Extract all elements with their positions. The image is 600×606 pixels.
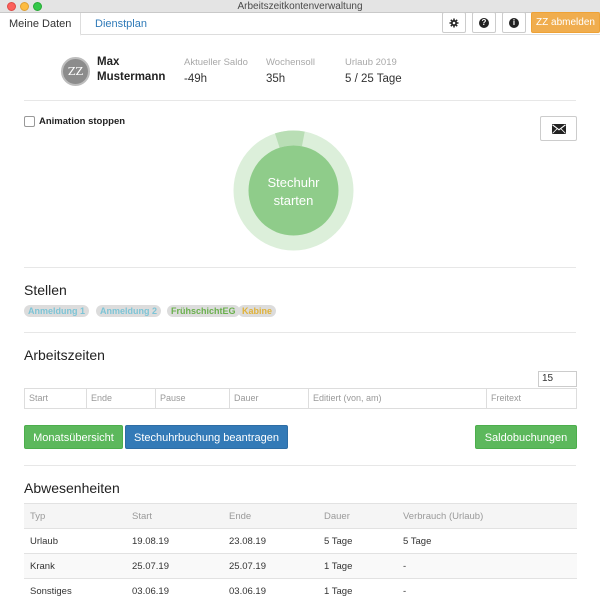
logout-button[interactable]: ZZ abmelden <box>531 12 600 33</box>
column-header[interactable]: Editiert (von, am) <box>308 389 486 408</box>
tab-meine-daten[interactable]: Meine Daten <box>0 13 82 36</box>
column-header[interactable]: Dauer <box>324 504 350 529</box>
column-header[interactable]: Pause <box>155 389 229 408</box>
user-name: Max Mustermann <box>97 56 166 83</box>
column-header[interactable]: Dauer <box>229 389 308 408</box>
divider <box>24 332 576 333</box>
table-row: Krank 25.07.19 25.07.19 1 Tage - <box>24 553 577 578</box>
cell-dauer: 1 Tage <box>324 586 353 597</box>
column-header[interactable]: Freitext <box>486 389 576 408</box>
divider <box>24 100 576 101</box>
column-header[interactable]: Typ <box>30 504 45 529</box>
stat-urlaub: Urlaub 2019 5 / 25 Tage <box>345 57 402 87</box>
info-button[interactable]: i <box>502 12 526 33</box>
stat-value: -49h <box>184 73 208 85</box>
stelle-badge: Anmeldung 1 <box>24 305 90 317</box>
stat-value: 5 / 25 Tage <box>345 73 402 85</box>
column-header[interactable]: Verbrauch (Urlaub) <box>403 504 483 529</box>
stechuhr-label[interactable]: Stechuhr starten <box>249 147 338 236</box>
stelle-badge: Anmeldung 2 <box>96 305 162 317</box>
table-row: Urlaub 19.08.19 23.08.19 5 Tage 5 Tage <box>24 528 577 553</box>
cell-verbrauch: - <box>403 561 407 572</box>
animation-label: Animation stoppen <box>39 116 126 127</box>
info-icon: i <box>509 17 519 28</box>
arbeitszeiten-table: Start Ende Pause Dauer Editiert (von, am… <box>24 388 577 409</box>
question-icon: ? <box>479 17 489 28</box>
cell-start: 19.08.19 <box>132 536 169 547</box>
divider <box>24 267 576 268</box>
tab-dienstplan[interactable]: Dienstplan <box>86 13 156 35</box>
mail-button[interactable] <box>540 116 577 141</box>
abwesenheiten-title: Abwesenheiten <box>24 480 120 496</box>
stat-label: Wochensoll <box>266 57 315 68</box>
settings-button[interactable] <box>442 12 466 33</box>
cell-dauer: 1 Tage <box>324 561 353 572</box>
cell-dauer: 5 Tage <box>324 536 353 547</box>
cell-start: 03.06.19 <box>132 586 169 597</box>
avatar: ZZ <box>61 57 90 86</box>
stat-value: 35h <box>266 73 286 85</box>
monatsuebersicht-button[interactable]: Monatsübersicht <box>24 425 123 449</box>
cell-typ: Urlaub <box>30 536 58 547</box>
table-row: Sonstiges 03.06.19 03.06.19 1 Tage - <box>24 578 577 603</box>
table-header-row: Typ Start Ende Dauer Verbrauch (Urlaub) <box>24 503 577 528</box>
stat-wochensoll: Wochensoll 35h <box>266 57 315 87</box>
stat-aktueller-saldo: Aktueller Saldo -49h <box>184 57 248 87</box>
stat-label: Aktueller Saldo <box>184 57 248 68</box>
column-header[interactable]: Ende <box>86 389 155 408</box>
stechuhrbuchung-button[interactable]: Stechuhrbuchung beantragen <box>125 425 288 449</box>
cell-ende: 23.08.19 <box>229 536 266 547</box>
cell-verbrauch: 5 Tage <box>403 536 432 547</box>
column-header[interactable]: Start <box>25 389 86 408</box>
cell-verbrauch: - <box>403 586 407 597</box>
column-header[interactable]: Start <box>132 504 152 529</box>
cell-ende: 03.06.19 <box>229 586 266 597</box>
animation-checkbox[interactable] <box>24 116 35 127</box>
cell-typ: Sonstiges <box>30 586 72 597</box>
animation-toggle[interactable]: Animation stoppen <box>24 116 125 127</box>
page-size-input[interactable]: 15 <box>538 371 577 387</box>
divider <box>24 465 576 466</box>
stechuhr-progress-arc <box>274 130 305 148</box>
stat-label: Urlaub 2019 <box>345 57 397 68</box>
cell-ende: 25.07.19 <box>229 561 266 572</box>
column-header[interactable]: Ende <box>229 504 251 529</box>
stelle-badge: FrühschichtEG <box>167 305 240 317</box>
cell-start: 25.07.19 <box>132 561 169 572</box>
help-button[interactable]: ? <box>472 12 496 33</box>
stellen-title: Stellen <box>24 282 67 298</box>
stelle-badge: Kabine <box>238 305 277 317</box>
gear-icon <box>449 18 459 27</box>
envelope-icon <box>551 123 566 134</box>
arbeitszeiten-title: Arbeitszeiten <box>24 347 105 363</box>
cell-typ: Krank <box>30 561 55 572</box>
saldobuchungen-button[interactable]: Saldobuchungen <box>475 425 577 449</box>
